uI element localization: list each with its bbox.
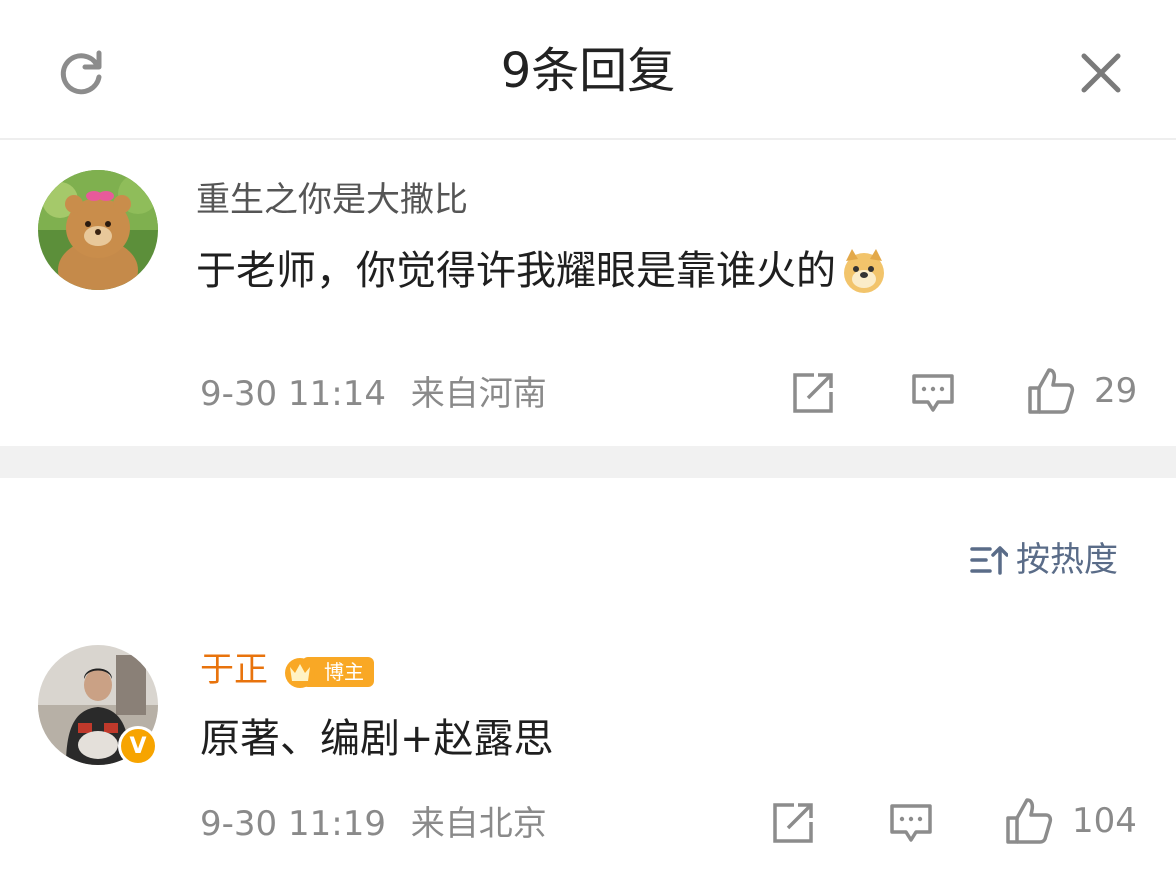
thumbs-up-icon	[1006, 798, 1053, 844]
reply-time: 9-30 11:19	[200, 804, 386, 844]
share-button[interactable]	[770, 800, 816, 846]
header-bar: 9条回复	[0, 0, 1176, 140]
close-button[interactable]	[1068, 40, 1134, 106]
share-icon	[793, 373, 833, 413]
comment-text: 于老师，你觉得许我耀眼是靠谁火的	[196, 248, 836, 294]
like-button[interactable]: 29	[1026, 366, 1137, 416]
like-count: 29	[1094, 371, 1138, 411]
reply-username[interactable]: 于正	[200, 648, 268, 692]
comment-icon	[912, 374, 954, 412]
bear-avatar-image	[38, 170, 158, 290]
sort-icon	[970, 546, 1008, 575]
comment-username[interactable]: 重生之你是大撒比	[196, 178, 468, 222]
page-title: 9条回复	[500, 43, 676, 99]
sort-label: 按热度	[1016, 540, 1118, 580]
comment-body: 于老师，你觉得许我耀眼是靠谁火的	[196, 244, 888, 298]
comment-location: 来自河南	[410, 374, 547, 414]
close-icon	[1081, 53, 1121, 93]
author-badge: 博主	[282, 655, 374, 689]
reply-button[interactable]	[910, 370, 956, 416]
comment-icon	[890, 804, 932, 842]
share-icon	[773, 803, 813, 843]
reply-meta: 9-30 11:19 来自北京	[200, 802, 547, 846]
share-button[interactable]	[790, 370, 836, 416]
sort-button[interactable]: 按热度	[970, 536, 1118, 584]
comment-meta: 9-30 11:14 来自河南	[200, 372, 547, 416]
crown-icon	[285, 658, 315, 688]
like-count: 104	[1072, 801, 1137, 841]
comment-time: 9-30 11:14	[200, 374, 386, 414]
comment-reply-panel: 9条回复 重生之你是大撒比 于老师，你觉得许我耀眼是靠谁火的 9-30 11:1…	[0, 0, 1176, 890]
reply-button[interactable]	[888, 800, 934, 846]
verified-badge-icon: V	[118, 726, 158, 766]
reply-body: 原著、编剧+赵露思	[200, 716, 554, 762]
reply-username-row: 于正 博主	[200, 648, 374, 692]
doge-emoji	[844, 249, 884, 293]
section-divider	[0, 446, 1176, 478]
thumbs-up-icon	[1028, 368, 1075, 414]
reply-location: 来自北京	[410, 804, 547, 844]
avatar[interactable]	[38, 170, 158, 290]
like-button[interactable]: 104	[1004, 796, 1137, 846]
